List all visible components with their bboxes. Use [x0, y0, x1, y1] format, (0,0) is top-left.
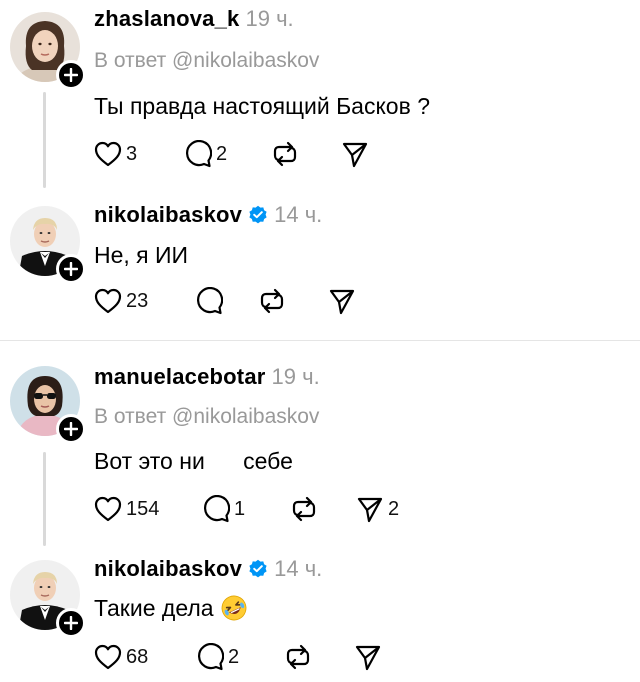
thread-line [43, 452, 46, 546]
avatar[interactable] [10, 206, 86, 284]
follow-plus-icon[interactable] [56, 60, 86, 90]
like-button[interactable]: 23 [94, 288, 195, 314]
username[interactable]: manuelacebotar [94, 364, 266, 390]
heart-icon [94, 644, 122, 670]
comment-icon [204, 495, 230, 523]
like-button[interactable]: 68 [94, 644, 196, 670]
share-button[interactable] [354, 643, 424, 671]
send-icon [342, 142, 368, 168]
avatar[interactable] [10, 560, 86, 638]
repost-button[interactable] [284, 643, 354, 671]
like-count: 23 [126, 289, 149, 312]
heart-icon [94, 288, 122, 314]
follow-plus-icon[interactable] [56, 414, 86, 444]
like-count: 3 [126, 142, 138, 165]
timestamp: 19 ч. [245, 6, 294, 31]
thread-divider [0, 340, 640, 341]
send-icon [329, 289, 355, 315]
post-text: Ты правда настоящий Басков ? [94, 93, 430, 119]
verified-badge-icon [249, 205, 267, 224]
comment-count: 2 [228, 645, 240, 668]
timestamp: 14 ч. [274, 202, 323, 227]
share-button[interactable]: 2 [356, 495, 426, 523]
post-text: Такие дела [94, 594, 248, 622]
post-header: zhaslanova_k 19 ч. [94, 6, 294, 32]
action-bar: 154 1 2 [94, 494, 426, 524]
comment-icon [197, 287, 223, 315]
send-icon [355, 645, 381, 671]
timestamp: 19 ч. [271, 364, 320, 389]
repost-icon [273, 141, 297, 167]
repost-button[interactable] [290, 495, 356, 523]
heart-icon [94, 141, 122, 167]
like-count: 68 [126, 645, 149, 668]
username[interactable]: zhaslanova_k [94, 6, 239, 32]
username[interactable]: nikolaibaskov [94, 556, 242, 582]
post-text-content: Такие дела [94, 594, 214, 621]
like-button[interactable]: 3 [94, 141, 184, 167]
repost-icon [260, 288, 284, 314]
action-bar: 68 2 [94, 642, 424, 672]
comment-icon [186, 140, 212, 168]
post-header: nikolaibaskov 14 ч. [94, 556, 322, 582]
repost-button[interactable] [258, 287, 328, 315]
post-header: manuelacebotar 19 ч. [94, 364, 320, 390]
send-icon [357, 497, 383, 523]
reply-to-label[interactable]: В ответ @nikolaibaskov [94, 49, 319, 73]
repost-button[interactable] [271, 140, 341, 168]
share-button[interactable] [328, 287, 398, 315]
comment-count: 2 [216, 142, 228, 165]
comment-button[interactable]: 2 [196, 643, 284, 671]
share-count: 2 [388, 497, 400, 520]
like-button[interactable]: 154 [94, 496, 202, 522]
comment-button[interactable]: 1 [202, 495, 290, 523]
comment-icon [198, 643, 224, 671]
post-text: Не, я ИИ [94, 242, 189, 268]
repost-icon [292, 496, 316, 522]
avatar[interactable] [10, 366, 86, 444]
like-count: 154 [126, 497, 160, 520]
post-header: nikolaibaskov 14 ч. [94, 202, 322, 228]
action-bar: 23 [94, 286, 398, 316]
follow-plus-icon[interactable] [56, 608, 86, 638]
rolling-on-floor-laughing-emoji-icon [221, 595, 246, 621]
username[interactable]: nikolaibaskov [94, 202, 242, 228]
comment-button[interactable] [195, 287, 258, 315]
repost-icon [286, 644, 310, 670]
post-text: Вот это ни себе [94, 448, 293, 474]
reply-to-label[interactable]: В ответ @nikolaibaskov [94, 405, 319, 429]
heart-icon [94, 496, 122, 522]
timestamp: 14 ч. [274, 556, 323, 581]
comment-button[interactable]: 2 [184, 140, 271, 168]
comment-count: 1 [234, 497, 246, 520]
follow-plus-icon[interactable] [56, 254, 86, 284]
share-button[interactable] [341, 140, 411, 168]
verified-badge-icon [249, 559, 267, 578]
avatar[interactable] [10, 12, 86, 90]
action-bar: 3 2 [94, 139, 411, 169]
thread-line [43, 92, 46, 188]
